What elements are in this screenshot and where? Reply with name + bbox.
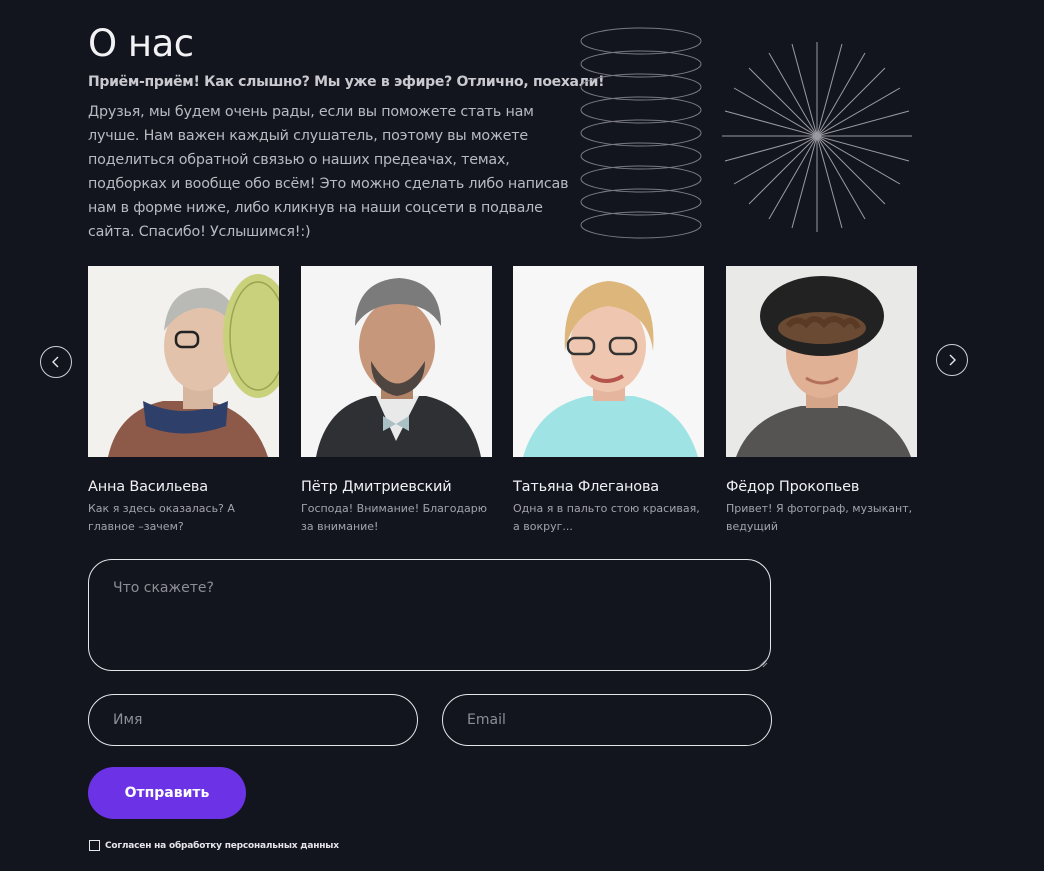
message-placeholder: Что скажете? [113,580,214,596]
host-card: Анна Васильева Как я здесь оказалась? А … [88,266,279,536]
host-name: Фёдор Прокопьев [726,479,860,495]
chevron-left-icon [52,356,59,368]
consent-row: Согласен на обработку персональных данны… [89,840,339,851]
host-quote: Привет! Я фотограф, музыкант, ведущий [726,502,913,533]
host-quote: Одна я в пальто стою красивая, а вокруг.… [513,502,700,533]
spiral-ring [580,142,702,170]
name-input[interactable]: Имя [88,694,418,746]
spiral-ring [580,211,702,239]
spiral-ring [580,50,702,78]
name-placeholder: Имя [113,712,143,728]
spiral-ring [580,73,702,101]
spiral-ring [580,96,702,124]
host-card: Татьяна Флеганова Одна я в пальто стою к… [513,266,704,536]
lead-text: Приём-приём! Как слышно? Мы уже в эфире?… [88,74,605,90]
submit-button[interactable]: Отправить [88,767,246,819]
spiral-ring [580,188,702,216]
spiral-ring [580,119,702,147]
host-name: Анна Васильева [88,479,208,495]
starburst-icon [722,42,912,232]
host-card: Фёдор Прокопьев Привет! Я фотограф, музы… [726,266,917,536]
host-photo [726,266,917,457]
host-name: Татьяна Флеганова [513,479,659,495]
chevron-right-icon [949,354,956,366]
email-placeholder: Email [467,712,506,728]
spiral-ring [580,27,702,55]
resize-handle-icon[interactable] [758,658,768,668]
page-title: О нас [88,22,194,65]
spiral-ring [580,165,702,193]
host-name: Пётр Дмитриевский [301,479,452,495]
carousel-prev-button[interactable] [40,346,72,378]
host-photo [301,266,492,457]
decorative-graphics [580,27,912,239]
about-description: Друзья, мы будем очень рады, если вы пом… [88,104,569,240]
message-input[interactable]: Что скажете? [88,559,771,671]
host-photo [513,266,704,457]
consent-label: Согласен на обработку персональных данны… [105,840,339,851]
host-photo [88,266,279,457]
carousel-next-button[interactable] [936,344,968,376]
host-quote: Как я здесь оказалась? А главное –зачем? [88,502,235,533]
email-input[interactable]: Email [442,694,772,746]
host-card: Пётр Дмитриевский Господа! Внимание! Бла… [301,266,492,536]
consent-checkbox[interactable] [89,840,100,851]
host-quote: Господа! Внимание! Благодарю за внимание… [301,502,488,533]
